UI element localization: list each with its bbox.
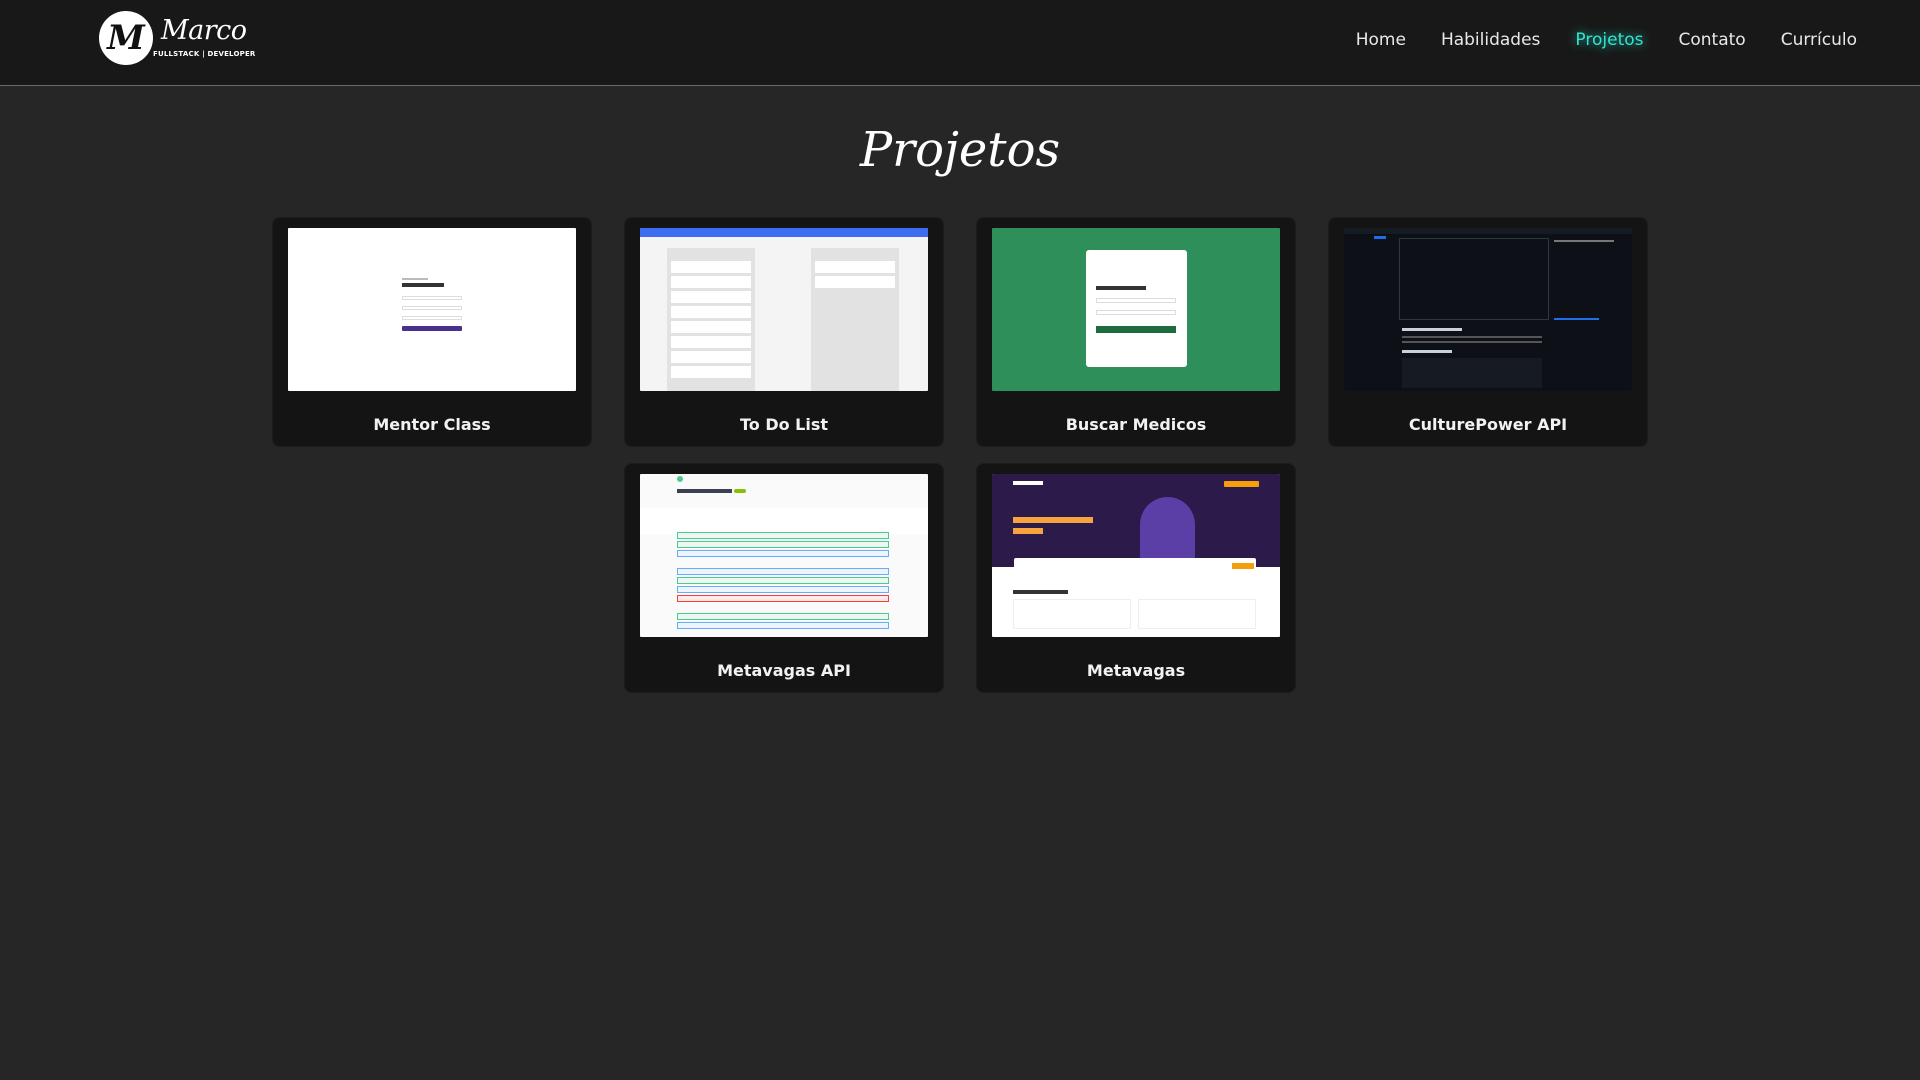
project-card-buscar-medicos[interactable]: Buscar Medicos — [976, 217, 1296, 447]
project-title: CulturePower API — [1408, 415, 1568, 434]
project-title: Metavagas — [1086, 661, 1186, 680]
nav-habilidades[interactable]: Habilidades — [1441, 30, 1540, 50]
logo-monogram: M — [99, 11, 153, 65]
project-title: To Do List — [739, 415, 829, 434]
project-thumbnail — [640, 474, 928, 637]
project-thumbnail — [288, 228, 576, 391]
project-thumbnail — [640, 228, 928, 391]
project-title: Buscar Medicos — [1065, 415, 1207, 434]
nav-projetos[interactable]: Projetos — [1575, 30, 1643, 50]
project-thumbnail — [992, 228, 1280, 391]
project-card-mentor-class[interactable]: Mentor Class — [272, 217, 592, 447]
logo-monogram-letter: M — [107, 18, 145, 58]
project-card-metavagas-api[interactable]: Metavagas API — [624, 463, 944, 693]
logo-tagline: FULLSTACK | DEVELOPER — [153, 50, 256, 58]
project-card-metavagas[interactable]: Metavagas — [976, 463, 1296, 693]
logo-name: Marco — [161, 15, 247, 46]
project-thumbnail — [992, 474, 1280, 637]
project-card-to-do-list[interactable]: To Do List — [624, 217, 944, 447]
project-title: Mentor Class — [373, 415, 491, 434]
main-nav: Home Habilidades Projetos Contato Curríc… — [1321, 30, 1857, 50]
project-title: Metavagas API — [717, 661, 851, 680]
nav-home[interactable]: Home — [1356, 30, 1406, 50]
navbar: M Marco FULLSTACK | DEVELOPER Home Habil… — [0, 0, 1920, 86]
logo[interactable]: M Marco FULLSTACK | DEVELOPER — [99, 11, 255, 67]
project-card-culturepower-api[interactable]: CulturePower API — [1328, 217, 1648, 447]
nav-contato[interactable]: Contato — [1679, 30, 1746, 50]
project-thumbnail — [1344, 228, 1632, 391]
nav-curriculo[interactable]: Currículo — [1781, 30, 1857, 50]
section-title: Projetos — [859, 122, 1061, 178]
